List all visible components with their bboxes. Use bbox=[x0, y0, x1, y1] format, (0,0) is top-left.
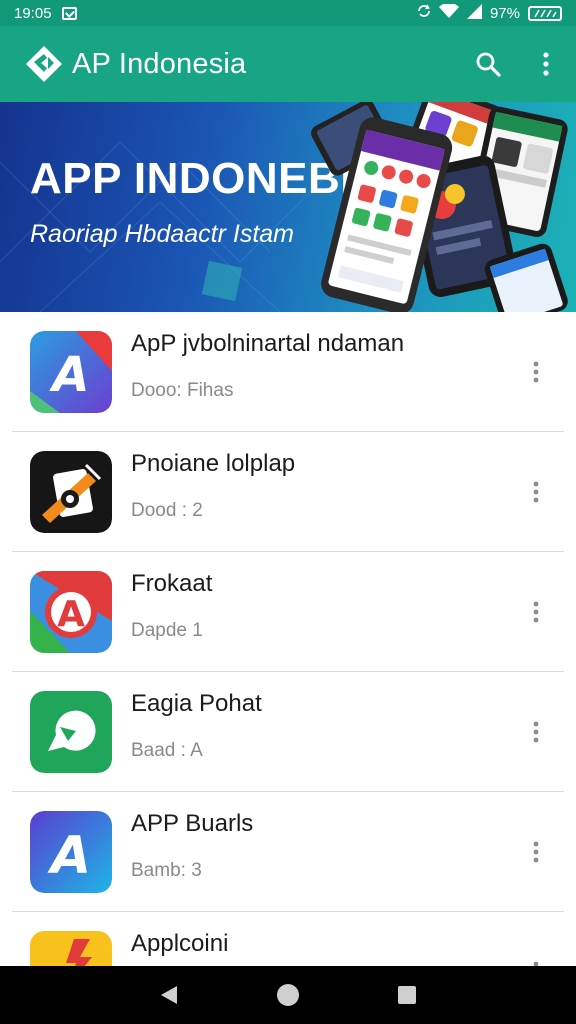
list-item[interactable]: Eagia Pohat Baad : A bbox=[0, 672, 576, 792]
app-icon-yellow bbox=[30, 931, 112, 966]
app-text: ApP jvbolninartal ndaman Dooo: Fihas bbox=[131, 330, 404, 402]
app-name: Pnoiane lolplap bbox=[131, 450, 296, 477]
app-bar: AP Indonesia bbox=[0, 26, 576, 102]
item-more-button[interactable] bbox=[524, 597, 548, 627]
item-more-button[interactable] bbox=[524, 957, 548, 966]
svg-text:A: A bbox=[47, 826, 91, 886]
signal-icon bbox=[466, 3, 482, 23]
app-title: AP Indonesia bbox=[72, 47, 247, 80]
app-list: A ApP jvbolninartal ndaman Dooo: Fihas P… bbox=[0, 312, 576, 966]
overflow-menu-button[interactable] bbox=[532, 50, 560, 78]
app-icon-green-chat bbox=[30, 691, 112, 773]
more-vertical-icon bbox=[533, 841, 539, 863]
app-name: ApP jvbolninartal ndaman bbox=[131, 330, 405, 357]
app-name: Frokaat bbox=[131, 570, 213, 597]
more-vertical-icon bbox=[533, 481, 539, 503]
app-text: Applcoini bbox=[131, 930, 228, 966]
sync-icon bbox=[417, 4, 431, 22]
status-bar: 19:05 97% bbox=[0, 0, 576, 26]
list-item[interactable]: Applcoini bbox=[0, 912, 576, 966]
list-item[interactable]: A APP Buarls Bamb: 3 bbox=[0, 792, 576, 912]
item-more-button[interactable] bbox=[524, 357, 548, 387]
wifi-icon bbox=[438, 2, 459, 23]
home-icon bbox=[276, 984, 299, 1006]
app-meta: Dapde 1 bbox=[131, 620, 203, 641]
app-icon-gradient-a: A bbox=[30, 811, 112, 893]
home-button[interactable] bbox=[274, 981, 302, 1009]
item-more-button[interactable] bbox=[524, 837, 548, 867]
phones-illustration bbox=[311, 102, 568, 312]
battery-icon bbox=[528, 5, 562, 21]
battery-percent: 97% bbox=[489, 4, 520, 22]
item-more-button[interactable] bbox=[524, 717, 548, 747]
status-icons: 97% bbox=[417, 2, 562, 23]
more-vertical-icon bbox=[533, 721, 539, 743]
app-name: Eagia Pohat bbox=[131, 690, 262, 717]
promo-banner[interactable]: APP INDONEBIA Raoriap Hbdaactr Istam bbox=[0, 102, 576, 312]
app-text: Eagia Pohat Baad : A bbox=[131, 690, 262, 762]
notification-icon bbox=[61, 6, 77, 20]
app-text: Frokaat Dapde 1 bbox=[131, 570, 212, 642]
app-logo bbox=[26, 46, 62, 82]
app-text: Pnoiane lolplap Dood : 2 bbox=[131, 450, 295, 522]
back-icon bbox=[161, 986, 178, 1004]
banner-subtitle: Raoriap Hbdaactr Istam bbox=[30, 220, 295, 248]
more-vertical-icon bbox=[533, 601, 539, 623]
search-button[interactable] bbox=[474, 50, 502, 78]
app-meta: Dood : 2 bbox=[131, 500, 203, 521]
app-meta: Baad : A bbox=[131, 740, 203, 761]
recents-button[interactable] bbox=[393, 981, 421, 1009]
app-bar-actions bbox=[474, 50, 560, 78]
app-icon-blue-a: A bbox=[30, 331, 112, 413]
recents-icon bbox=[397, 986, 416, 1004]
list-item[interactable]: Pnoiane lolplap Dood : 2 bbox=[0, 432, 576, 552]
status-time: 19:05 bbox=[14, 4, 52, 22]
app-text: APP Buarls Bamb: 3 bbox=[131, 810, 253, 882]
back-button[interactable] bbox=[155, 981, 183, 1009]
svg-text:A: A bbox=[48, 347, 89, 403]
more-vertical-icon bbox=[533, 361, 539, 383]
list-item[interactable]: A Frokaat Dapde 1 bbox=[0, 552, 576, 672]
svg-text:A: A bbox=[57, 594, 85, 635]
search-icon bbox=[476, 52, 501, 77]
app-meta: Bamb: 3 bbox=[131, 860, 202, 881]
item-more-button[interactable] bbox=[524, 477, 548, 507]
list-item[interactable]: A ApP jvbolninartal ndaman Dooo: Fihas bbox=[0, 312, 576, 432]
app-meta: Dooo: Fihas bbox=[131, 380, 234, 401]
app-name: APP Buarls bbox=[131, 810, 254, 837]
app-icon-camera bbox=[30, 451, 112, 533]
app-name: Applcoini bbox=[131, 930, 229, 957]
app-icon-red-a: A bbox=[30, 571, 112, 653]
system-nav-bar bbox=[0, 966, 576, 1024]
more-vertical-icon bbox=[543, 52, 549, 76]
